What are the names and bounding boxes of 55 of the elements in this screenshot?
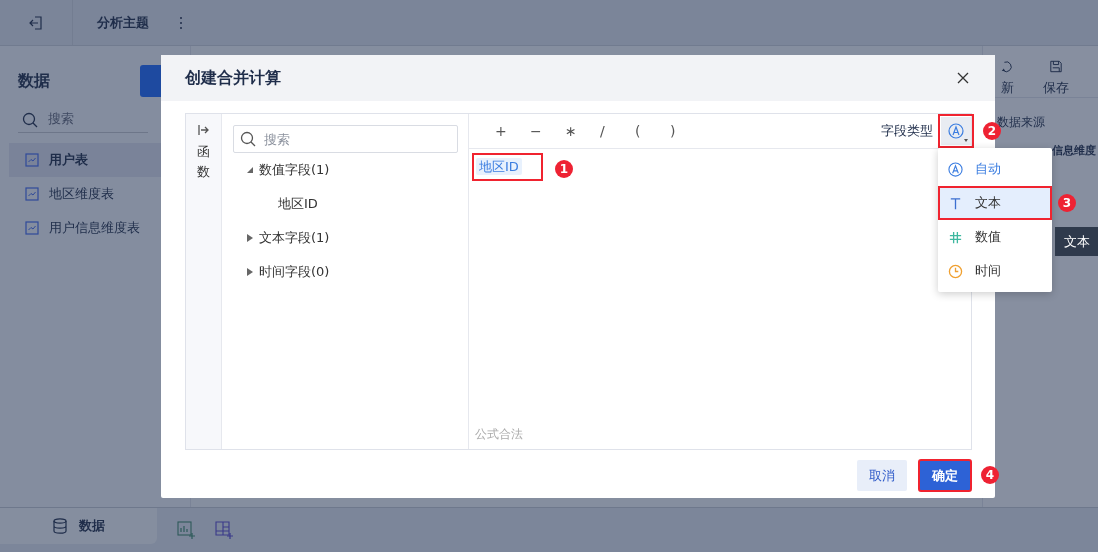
close-icon[interactable]: [957, 72, 969, 84]
add-chart-icon[interactable]: [177, 521, 195, 539]
operator-button[interactable]: ): [670, 123, 705, 139]
more-icon[interactable]: [179, 15, 183, 30]
operator-button[interactable]: (: [635, 123, 670, 139]
operator-button[interactable]: +: [495, 123, 530, 139]
field-item[interactable]: 地区ID: [278, 187, 458, 221]
menu-item[interactable]: 数值: [938, 220, 1052, 254]
menu-item[interactable]: 时间: [938, 254, 1052, 288]
function-tab[interactable]: 函数: [186, 114, 222, 449]
clock-icon: [948, 263, 963, 279]
auto-type-icon: [948, 123, 964, 139]
operator-button[interactable]: /: [600, 123, 635, 139]
table-icon: [25, 187, 39, 201]
add-table-icon[interactable]: [215, 521, 233, 539]
formula-field-token[interactable]: 地区ID: [476, 158, 522, 175]
panel-title: 数据: [18, 70, 50, 92]
database-icon: [52, 518, 67, 534]
table-icon: [25, 221, 39, 235]
search-icon: [240, 131, 256, 147]
field-group[interactable]: 文本字段(1): [247, 221, 458, 255]
circled-a-icon: [948, 161, 963, 177]
operator-button[interactable]: ∗: [565, 123, 600, 139]
table-item[interactable]: 地区维度表: [9, 177, 161, 211]
topic-title: 分析主题: [97, 13, 149, 32]
step-badge: 1: [555, 160, 573, 178]
data-tab[interactable]: 数据: [0, 508, 157, 544]
field-group[interactable]: 时间字段(0): [247, 255, 458, 289]
toolbar-button[interactable]: 新: [997, 60, 1017, 97]
data-source-name: 信息维度: [1052, 143, 1096, 158]
dialog-title: 创建合并计算: [185, 67, 281, 89]
search-field[interactable]: 搜索: [18, 106, 148, 133]
operator-button[interactable]: −: [530, 123, 565, 139]
field-group[interactable]: 数值字段(1): [247, 153, 458, 187]
toolbar-button[interactable]: 保存: [1043, 60, 1069, 97]
field-type-label: 字段类型: [881, 122, 933, 140]
table-icon: [25, 153, 39, 167]
table-name: 用户表: [49, 151, 88, 169]
table-item[interactable]: 用户信息维度表: [9, 211, 161, 245]
hash-icon: [948, 229, 963, 245]
expand-icon: [197, 124, 210, 136]
search-icon: [22, 112, 38, 128]
table-name: 用户信息维度表: [49, 219, 140, 237]
field-type-button[interactable]: [941, 117, 971, 145]
menu-item[interactable]: 自动: [938, 152, 1052, 186]
exit-icon[interactable]: [28, 14, 44, 31]
confirm-button[interactable]: 确定: [919, 460, 971, 491]
menu-item[interactable]: 文本: [938, 186, 1052, 220]
formula-status: 公式合法: [474, 426, 524, 443]
tooltip: 文本: [1055, 227, 1098, 256]
table-item[interactable]: 用户表: [9, 143, 161, 177]
step-badge: 4: [981, 466, 999, 484]
letter-t-icon: [948, 195, 963, 211]
table-name: 地区维度表: [49, 185, 114, 203]
cancel-button[interactable]: 取消: [857, 460, 907, 491]
